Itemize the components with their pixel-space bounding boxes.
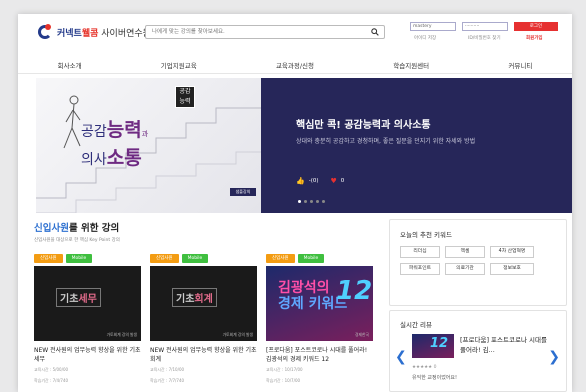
mobile-tag: Mobile xyxy=(181,254,209,263)
banner-stats: 👍 -(0) ♥ 0 xyxy=(296,177,344,185)
course-title[interactable]: NEW 전사원의 업무능력 향상을 위한 기초회계 xyxy=(150,346,257,364)
keyword-panel: 오늘의 추천 키워드 리더십 엑셀 4차 산업혁명 파워포인트 의료기관 정보보… xyxy=(389,219,567,306)
course-meta: 교육시간 : 7/10/00 xyxy=(150,367,185,372)
carousel-dot[interactable] xyxy=(322,200,325,203)
course-meta: 학습기간 : 7/7/740 xyxy=(150,378,185,383)
new-employee-tag: 신입사원 xyxy=(34,254,63,263)
main-nav: 회사소개 기업지원교육 교육과정/신청 학습지원센터 커뮤니티 xyxy=(18,56,572,74)
nav-item-corporate-training[interactable]: 기업지원교육 xyxy=(161,60,197,70)
stairs-illustration xyxy=(36,95,261,213)
review-title: 실시간 리뷰 xyxy=(400,321,432,329)
login-panel: mastery ·········· 로그인 아이디 저장 ID/비밀번호 찾기… xyxy=(410,22,570,46)
search-input[interactable] xyxy=(146,26,361,38)
course-thumbnail[interactable]: 기초세무 가토회계 강의 발생 xyxy=(34,266,141,341)
page: 커넥트웰콤 사이버연수원 mastery ·········· 로그인 아이디 … xyxy=(18,14,572,392)
save-id-checkbox[interactable]: 아이디 저장 xyxy=(414,35,436,41)
course-meta: 교육시간 : 10/17/00 xyxy=(266,367,303,372)
course-meta: 학습기간 : 10/7/00 xyxy=(266,378,301,383)
banner-heading[interactable]: 핵심만 콕! 공감능력과 의사소통 xyxy=(296,116,431,131)
keyword-tag[interactable]: 정보보호 xyxy=(490,263,534,275)
section-title: 신입사원를 위한 강의 xyxy=(34,223,120,234)
nav-item-courses[interactable]: 교육과정/신청 xyxy=(276,60,314,70)
heart-stat[interactable]: ♥ 0 xyxy=(331,177,345,185)
carousel-dot[interactable] xyxy=(316,200,319,203)
login-password-field[interactable]: ·········· xyxy=(462,22,508,31)
course-thumbnail[interactable]: 기초회계 가토회계 강의 발생 xyxy=(150,266,257,341)
banner-image-title: 공감능력과 의사소통 xyxy=(81,119,149,169)
course-card[interactable]: 신입사원 Mobile 기초회계 가토회계 강의 발생 NEW 전사원의 업무능… xyxy=(150,254,257,384)
section-subtitle: 신입사원을 대상으로 한 핵심 Key Point 강의 xyxy=(34,238,120,243)
keyword-tag[interactable]: 리더십 xyxy=(400,246,440,258)
login-button[interactable]: 로그인 xyxy=(514,22,558,31)
logo-icon xyxy=(38,24,54,40)
keyword-tag[interactable]: 엑셀 xyxy=(445,246,485,258)
sample-lecture-badge[interactable]: 샘플강의 xyxy=(230,188,256,196)
like-stat[interactable]: 👍 -(0) xyxy=(296,177,319,185)
keyword-tag[interactable]: 파워포인트 xyxy=(400,263,440,275)
review-comment: 유익한 교정이었어요! xyxy=(412,375,457,381)
logo[interactable]: 커넥트웰콤 사이버연수원 xyxy=(38,24,151,40)
carousel-dot[interactable] xyxy=(304,200,307,203)
thumbs-up-icon: 👍 xyxy=(296,177,305,185)
keyword-tag[interactable]: 의료기관 xyxy=(445,263,485,275)
book-icon: 공감 능력 xyxy=(175,86,195,108)
heart-icon: ♥ xyxy=(330,177,337,185)
chevron-right-icon[interactable]: ❯ xyxy=(548,349,560,365)
review-thumbnail[interactable]: 12 xyxy=(412,334,454,358)
course-meta: 학습기간 : 7/4/740 xyxy=(34,378,69,383)
chevron-left-icon[interactable]: ❮ xyxy=(395,349,407,365)
review-course-title[interactable]: [프로다움] 포스트코로나 시대를 풀어라! 김... xyxy=(460,335,550,355)
nav-item-support[interactable]: 학습지원센터 xyxy=(393,60,429,70)
course-title[interactable]: [프로다움] 포스트코로나 시대를 풀어라! 김광석의 경제 키워드 12 xyxy=(266,346,373,364)
carousel-dot[interactable] xyxy=(310,200,313,203)
join-link[interactable]: 회원가입 xyxy=(526,35,543,41)
new-employee-tag: 신입사원 xyxy=(150,254,179,263)
course-title[interactable]: NEW 전사원의 업무능력 향상을 위한 기초세무 xyxy=(34,346,141,364)
nav-item-company[interactable]: 회사소개 xyxy=(58,60,82,70)
course-thumbnail[interactable]: 김광석의 경제 키워드 12 경제한국 xyxy=(266,266,373,341)
nav-item-community[interactable]: 커뮤니티 xyxy=(508,60,532,70)
banner-description: 상대와 충분히 공감하고 경청하며, 좋은 질문을 던지기 위한 자세와 방법 xyxy=(296,138,476,145)
hero-banner[interactable]: 공감 능력 공감능력과 의사소통 샘플강의 핵심만 콕! 공감능력과 의사소통 … xyxy=(36,78,572,213)
find-account-link[interactable]: ID/비밀번호 찾기 xyxy=(468,35,501,41)
course-meta: 교육시간 : 5/00/00 xyxy=(34,367,69,372)
carousel-dots xyxy=(298,200,325,203)
logo-text: 커넥트웰콤 사이버연수원 xyxy=(57,28,151,39)
banner-image: 공감 능력 공감능력과 의사소통 샘플강의 xyxy=(36,78,261,213)
mobile-tag: Mobile xyxy=(65,254,93,263)
review-rating: ★★★★★ 0 xyxy=(412,365,437,370)
carousel-dot[interactable] xyxy=(298,200,301,203)
new-employee-tag: 신입사원 xyxy=(266,254,295,263)
course-card[interactable]: 신입사원 Mobile 기초세무 가토회계 강의 발생 NEW 전사원의 업무능… xyxy=(34,254,141,384)
mobile-tag: Mobile xyxy=(297,254,325,263)
keyword-title: 오늘의 추천 키워드 xyxy=(400,231,452,239)
course-card[interactable]: 신입사원 Mobile 김광석의 경제 키워드 12 경제한국 [프로다움] 포스… xyxy=(266,254,373,384)
search-box xyxy=(145,25,385,39)
search-icon[interactable] xyxy=(371,28,379,36)
course-list: 신입사원 Mobile 기초세무 가토회계 강의 발생 NEW 전사원의 업무능… xyxy=(34,254,388,392)
review-panel: 실시간 리뷰 ❮ 12 [프로다움] 포스트코로나 시대를 풀어라! 김... … xyxy=(389,310,567,392)
login-id-field[interactable]: mastery xyxy=(410,22,456,31)
keyword-tag[interactable]: 4차 산업혁명 xyxy=(490,246,534,258)
header: 커넥트웰콤 사이버연수원 mastery ·········· 로그인 아이디 … xyxy=(18,14,572,54)
